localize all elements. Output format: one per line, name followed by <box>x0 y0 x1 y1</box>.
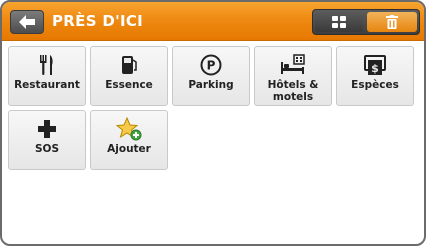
category-label: Essence <box>105 79 153 91</box>
trash-icon <box>386 15 398 29</box>
category-essence[interactable]: Essence <box>90 46 168 106</box>
category-label: Restaurant <box>14 79 80 91</box>
category-label: Espèces <box>351 79 399 91</box>
category-label: SOS <box>34 143 60 155</box>
svg-text:P: P <box>207 59 216 73</box>
parking-icon: P <box>200 54 222 76</box>
bed-icon <box>281 54 305 74</box>
star-add-icon <box>116 117 142 141</box>
back-button[interactable] <box>10 10 44 34</box>
toolbar-right <box>312 9 420 35</box>
grid-icon <box>332 16 346 28</box>
category-label: Parking <box>188 79 234 91</box>
page-title: PRÈS D'ICI <box>52 12 144 30</box>
fork-knife-icon <box>40 55 53 75</box>
app-window: PRÈS D'ICI Restaurant Essence P Parking … <box>0 0 426 246</box>
category-parking[interactable]: P Parking <box>172 46 250 106</box>
delete-button[interactable] <box>367 12 417 32</box>
fuel-pump-icon <box>122 56 137 74</box>
category-label: Hôtels & motels <box>267 79 319 103</box>
plus-cross-icon <box>38 120 56 138</box>
cash-icon: $ <box>364 55 386 75</box>
title-bar: PRÈS D'ICI <box>2 2 424 41</box>
svg-text:$: $ <box>371 62 379 75</box>
category-label: Ajouter <box>107 143 151 155</box>
grid-view-button[interactable] <box>315 12 363 32</box>
category-especes[interactable]: $ Espèces <box>336 46 414 106</box>
arrow-left-icon <box>19 15 35 29</box>
category-hotels[interactable]: Hôtels & motels <box>254 46 332 106</box>
category-restaurant[interactable]: Restaurant <box>8 46 86 106</box>
category-ajouter[interactable]: Ajouter <box>90 110 168 170</box>
category-sos[interactable]: SOS <box>8 110 86 170</box>
